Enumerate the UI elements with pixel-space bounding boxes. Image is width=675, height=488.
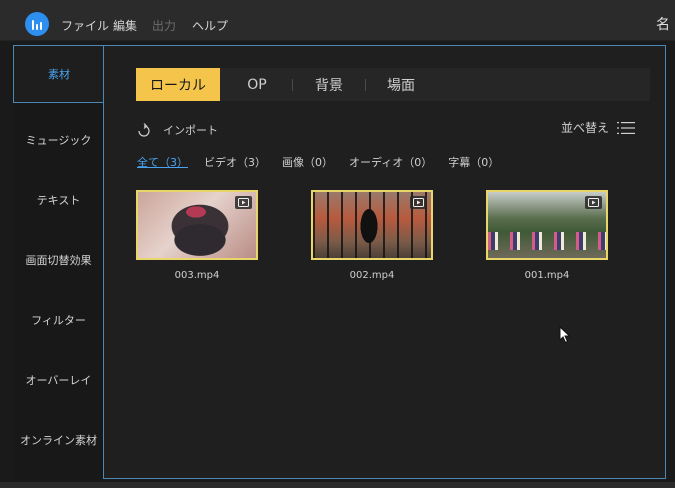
- clip-filename: 003.mp4: [174, 270, 220, 281]
- sidebar-item-label: 画面切替効果: [25, 254, 92, 267]
- video-thumbnail[interactable]: [136, 190, 258, 260]
- sidebar-item-filters[interactable]: フィルター: [13, 291, 104, 349]
- tab-separator: [365, 79, 366, 91]
- menu-bar: ファイル 編集 出力 ヘルプ 名: [0, 0, 675, 41]
- import-label: インポート: [163, 124, 218, 137]
- media-clip-002[interactable]: 002.mp4: [311, 190, 433, 281]
- mouse-cursor-icon: [559, 326, 571, 344]
- bottom-bar: [0, 482, 675, 488]
- tab-separator: [292, 79, 293, 91]
- filter-video[interactable]: ビデオ（3）: [204, 154, 266, 170]
- sidebar: 素材 ミュージック テキスト 画面切替効果 フィルター オーバーレイ オンライン…: [13, 45, 104, 480]
- tab-local[interactable]: ローカル: [136, 68, 220, 101]
- app-window: ファイル 編集 出力 ヘルプ 名 素材 ミュージック テキスト 画面切替効果 フ…: [0, 0, 675, 488]
- filter-audio[interactable]: オーディオ（0）: [349, 154, 432, 170]
- video-badge-icon: [585, 196, 602, 209]
- sidebar-item-overlay[interactable]: オーバーレイ: [13, 351, 104, 409]
- video-badge-icon: [410, 196, 427, 209]
- tab-background[interactable]: 背景: [302, 68, 356, 101]
- video-thumbnail[interactable]: [486, 190, 608, 260]
- sidebar-item-media[interactable]: 素材: [13, 45, 104, 103]
- media-clip-001[interactable]: 001.mp4: [486, 190, 608, 281]
- video-thumbnail[interactable]: [311, 190, 433, 260]
- sort-button[interactable]: 並べ替え: [561, 119, 635, 136]
- clip-filename: 002.mp4: [349, 270, 395, 281]
- project-name: 名: [656, 17, 670, 33]
- app-logo-icon: [25, 12, 49, 36]
- sidebar-item-transitions[interactable]: 画面切替効果: [13, 231, 104, 289]
- sidebar-item-music[interactable]: ミュージック: [13, 111, 104, 169]
- menu-edit[interactable]: 編集: [113, 17, 137, 34]
- sidebar-item-label: 素材: [48, 68, 70, 81]
- sidebar-item-label: フィルター: [31, 314, 86, 327]
- menu-file[interactable]: ファイル: [61, 17, 109, 34]
- sort-list-icon: [617, 121, 635, 134]
- media-panel: ローカル OP 背景 場面 インポート 並べ替え 全て（3） ビデオ（3） 画像…: [103, 45, 666, 479]
- import-button[interactable]: インポート: [136, 121, 218, 139]
- video-badge-icon: [235, 196, 252, 209]
- filter-all[interactable]: 全て（3）: [137, 154, 188, 170]
- filter-image[interactable]: 画像（0）: [282, 154, 333, 170]
- clip-filename: 001.mp4: [524, 270, 570, 281]
- sidebar-item-text[interactable]: テキスト: [13, 171, 104, 229]
- filter-bar: 全て（3） ビデオ（3） 画像（0） オーディオ（0） 字幕（0）: [137, 154, 499, 170]
- menu-export[interactable]: 出力: [152, 17, 176, 34]
- menu-help[interactable]: ヘルプ: [192, 17, 228, 34]
- sidebar-item-label: ミュージック: [25, 134, 92, 147]
- sidebar-item-online-media[interactable]: オンライン素材: [13, 411, 104, 469]
- import-icon: [138, 123, 150, 137]
- media-clip-003[interactable]: 003.mp4: [136, 190, 258, 281]
- sidebar-item-label: テキスト: [36, 194, 81, 207]
- sort-label: 並べ替え: [560, 121, 609, 135]
- tab-scene[interactable]: 場面: [374, 68, 428, 101]
- tab-bar: ローカル OP 背景 場面: [136, 68, 650, 101]
- sidebar-item-label: オンライン素材: [20, 434, 97, 447]
- sidebar-item-label: オーバーレイ: [25, 374, 92, 387]
- tab-op[interactable]: OP: [232, 68, 282, 101]
- filter-subtitle[interactable]: 字幕（0）: [448, 154, 499, 170]
